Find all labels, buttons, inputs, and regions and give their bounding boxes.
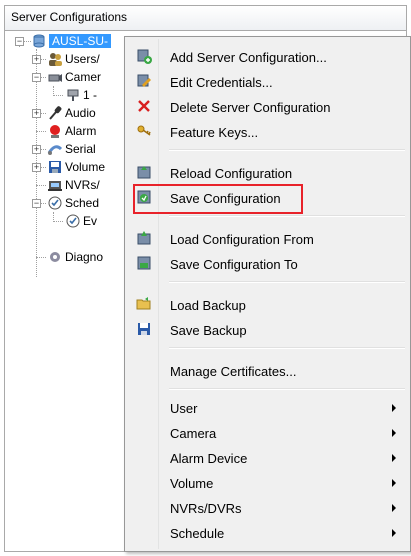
menu-item-edit-credentials[interactable]: Edit Credentials... bbox=[127, 69, 408, 94]
reload-icon bbox=[137, 166, 151, 179]
menu-separator bbox=[169, 347, 405, 349]
menu-separator bbox=[169, 281, 405, 283]
disk-volume-icon bbox=[49, 161, 61, 173]
audio-expand-toggle[interactable]: + bbox=[32, 109, 41, 118]
schedule-clock-icon bbox=[48, 196, 62, 210]
diagnostics-gear-icon bbox=[50, 252, 60, 262]
menu-item-user[interactable]: User bbox=[127, 395, 408, 420]
context-menu: Add Server Configuration... Edit Credent… bbox=[124, 36, 411, 552]
users-icon bbox=[49, 53, 62, 66]
menu-item-load-configuration-from[interactable]: Load Configuration From bbox=[127, 226, 408, 251]
camera-group-icon bbox=[48, 74, 62, 82]
menu-item-feature-keys[interactable]: Feature Keys... bbox=[127, 119, 408, 144]
menu-item-save-configuration[interactable]: Save Configuration bbox=[127, 185, 408, 210]
menu-item-schedule[interactable]: Schedule bbox=[127, 520, 408, 545]
menu-item-save-configuration-to[interactable]: Save Configuration To bbox=[127, 251, 408, 276]
cameras-collapse-toggle[interactable]: − bbox=[32, 73, 41, 82]
menu-item-nvrs-dvrs[interactable]: NVRs/DVRs bbox=[127, 495, 408, 520]
server-db-icon bbox=[33, 34, 45, 48]
users-expand-toggle[interactable]: + bbox=[32, 55, 41, 64]
server-edit-icon bbox=[137, 74, 151, 87]
submenu-arrow-icon bbox=[392, 454, 396, 462]
submenu-arrow-icon bbox=[392, 529, 396, 537]
menu-separator bbox=[169, 388, 405, 390]
server-add-icon bbox=[137, 49, 152, 64]
panel-title: Server Configurations bbox=[4, 5, 407, 31]
tree-root-label: AUSL-SU- bbox=[49, 34, 112, 48]
menu-separator bbox=[169, 149, 405, 151]
event-clock-icon bbox=[66, 214, 80, 228]
root-collapse-toggle[interactable]: − bbox=[15, 37, 24, 46]
microphone-icon bbox=[49, 106, 62, 120]
serial-expand-toggle[interactable]: + bbox=[32, 145, 41, 154]
submenu-arrow-icon bbox=[392, 479, 396, 487]
menu-item-alarm-device[interactable]: Alarm Device bbox=[127, 445, 408, 470]
menu-item-camera[interactable]: Camera bbox=[127, 420, 408, 445]
menu-item-volume[interactable]: Volume bbox=[127, 470, 408, 495]
menu-item-add-server-configuration[interactable]: Add Server Configuration... bbox=[127, 44, 408, 69]
schedules-collapse-toggle[interactable]: − bbox=[32, 199, 41, 208]
menu-item-manage-certificates[interactable]: Manage Certificates... bbox=[127, 358, 408, 383]
menu-item-delete-server-configuration[interactable]: Delete Server Configuration bbox=[127, 94, 408, 119]
load-from-icon bbox=[137, 231, 151, 245]
submenu-arrow-icon bbox=[392, 429, 396, 437]
serial-port-icon bbox=[47, 145, 63, 155]
menu-item-load-backup[interactable]: Load Backup bbox=[127, 292, 408, 317]
camera-icon bbox=[67, 89, 79, 101]
submenu-arrow-icon bbox=[392, 504, 396, 512]
delete-x-icon bbox=[138, 100, 150, 112]
menu-item-save-backup[interactable]: Save Backup bbox=[127, 317, 408, 342]
nvr-icon bbox=[48, 181, 62, 191]
save-config-icon bbox=[137, 190, 151, 204]
menu-separator bbox=[169, 215, 405, 217]
volumes-expand-toggle[interactable]: + bbox=[32, 163, 41, 172]
folder-open-icon bbox=[136, 297, 151, 310]
keys-icon bbox=[137, 125, 151, 136]
menu-item-reload-configuration[interactable]: Reload Configuration bbox=[127, 160, 408, 185]
save-to-icon bbox=[137, 256, 151, 270]
submenu-arrow-icon bbox=[392, 404, 396, 412]
floppy-icon bbox=[138, 323, 150, 335]
alarm-icon bbox=[50, 125, 60, 138]
